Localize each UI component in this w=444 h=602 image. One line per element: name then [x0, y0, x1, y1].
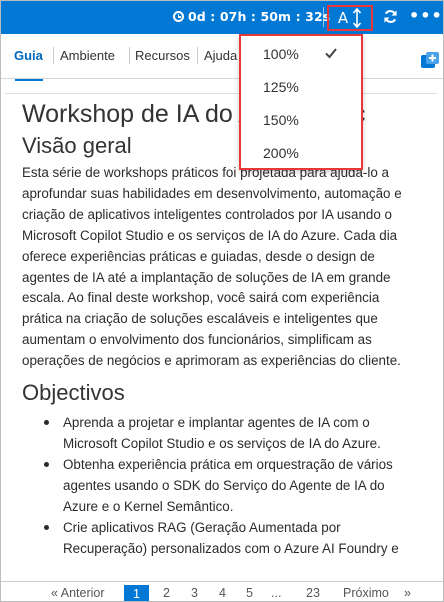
objectives-heading: Objectivos [22, 380, 125, 406]
font-size-option-label: 200% [263, 145, 299, 161]
font-size-label: A [337, 9, 349, 27]
next-page-link[interactable]: Próximo [343, 586, 389, 600]
font-size-option-label: 150% [263, 112, 299, 128]
list-item: Crie aplicativos RAG (Geração Aumentada … [44, 517, 416, 559]
font-size-option-label: 125% [263, 79, 299, 95]
page-link[interactable]: 4 [219, 586, 226, 600]
tab-recursos[interactable]: Recursos [135, 48, 190, 63]
tab-guia[interactable]: Guia [14, 48, 43, 63]
refresh-icon[interactable] [383, 9, 398, 24]
next-arrow[interactable]: » [404, 586, 411, 600]
tab-divider [197, 47, 198, 64]
list-item: Aprenda a projetar e implantar agentes d… [44, 412, 416, 454]
page-link[interactable]: 3 [191, 586, 198, 600]
list-item: Obtenha experiência prática em orquestra… [44, 454, 416, 517]
page-link[interactable]: 2 [163, 586, 170, 600]
font-size-menu: 100% 125% 150% 200% [239, 34, 363, 170]
overview-heading: Visão geral [22, 133, 132, 158]
toolbar-divider [323, 7, 324, 27]
more-options-icon[interactable]: ••• [409, 8, 443, 24]
previous-page-link[interactable]: « Anterior [51, 586, 105, 600]
font-size-option-100[interactable]: 100% [241, 38, 361, 70]
tab-bar: Guia Ambiente Recursos Ajuda [1, 34, 443, 81]
pagination: « Anterior 1 2 3 4 5 ... 23 Próximo » [1, 581, 443, 601]
active-tab-indicator [15, 79, 43, 81]
overview-paragraph: Esta série de workshops práticos foi pro… [22, 165, 402, 369]
objectives-list: Aprenda a projetar e implantar agentes d… [44, 412, 416, 559]
font-size-option-label: 100% [263, 46, 299, 62]
font-size-option-125[interactable]: 125% [241, 71, 361, 103]
guide-content: Workshop de IA do Ac Visão geral Esta sé… [5, 93, 437, 581]
lab-guide-panel: 0d : 07h : 50m : 32s A ••• Guia Ambiente… [0, 0, 444, 602]
tab-divider [53, 47, 54, 64]
page-ellipsis: ... [271, 586, 282, 600]
page-title: Workshop de IA do Ac [22, 100, 437, 129]
checkmark-icon [325, 48, 337, 59]
tab-ambiente[interactable]: Ambiente [60, 48, 115, 63]
tab-divider [129, 47, 130, 64]
resize-vertical-icon [353, 8, 362, 28]
page-link[interactable]: 23 [306, 586, 320, 600]
page-link[interactable]: 5 [246, 586, 253, 600]
countdown-timer: 0d : 07h : 50m : 32s [173, 9, 330, 24]
page-title-text: Workshop de IA do A [22, 100, 256, 128]
font-size-option-150[interactable]: 150% [241, 104, 361, 136]
font-size-option-200[interactable]: 200% [241, 137, 361, 169]
page-link-current[interactable]: 1 [124, 585, 149, 601]
clock-icon [173, 11, 184, 22]
timer-text: 0d : 07h : 50m : 32s [188, 9, 331, 24]
add-window-icon[interactable] [420, 51, 440, 69]
tab-ajuda[interactable]: Ajuda [204, 48, 237, 63]
top-bar: 0d : 07h : 50m : 32s A ••• [1, 1, 443, 34]
font-size-button[interactable]: A [327, 5, 373, 31]
